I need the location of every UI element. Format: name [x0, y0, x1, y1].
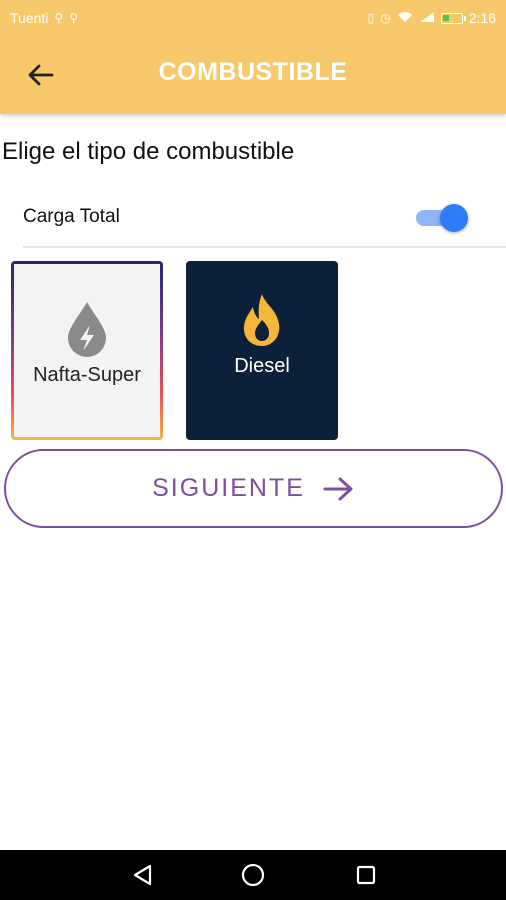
carga-total-switch[interactable] [416, 204, 470, 232]
carga-total-row: Carga Total [23, 192, 506, 248]
carrier-name: Tuenti [10, 10, 49, 26]
system-back-button[interactable] [127, 862, 157, 888]
fuel-option-label: Nafta-Super [33, 364, 141, 386]
usb-icon: ⚲ [54, 11, 64, 25]
system-recents-button[interactable] [351, 862, 381, 888]
switch-thumb [440, 204, 468, 232]
siguiente-label: SIGUIENTE [152, 474, 305, 502]
clock: 2:16 [468, 10, 496, 26]
carga-total-label: Carga Total [23, 206, 120, 227]
fuel-option-nafta-super[interactable]: Nafta-Super [11, 261, 163, 440]
arrow-right-icon [323, 477, 353, 500]
vibrate-icon: ▯ [367, 11, 375, 25]
battery-fill [442, 14, 449, 21]
fuel-option-nafta-inner: Nafta-Super [14, 264, 160, 437]
square-recents-icon [356, 865, 376, 885]
wifi-icon [397, 11, 413, 26]
system-home-button[interactable] [238, 862, 268, 888]
status-right: ▯ ◷ 2:16 [368, 10, 496, 26]
fuel-option-label: Diesel [234, 355, 290, 377]
alarm-icon: ◷ [380, 11, 391, 25]
triangle-back-icon [133, 864, 152, 886]
page-title: COMBUSTIBLE [158, 58, 348, 86]
circle-home-icon [241, 863, 265, 887]
signal-icon [419, 11, 435, 26]
fuel-drop-bolt-icon [68, 302, 106, 357]
app-bar: COMBUSTIBLE [0, 36, 506, 114]
battery-icon [440, 12, 466, 24]
status-left: Tuenti ⚲ ⚲ [10, 10, 78, 26]
fuel-option-diesel[interactable]: Diesel [186, 261, 338, 440]
flame-icon [243, 294, 280, 346]
section-heading: Elige el tipo de combustible [2, 138, 295, 165]
status-bar: Tuenti ⚲ ⚲ ▯ ◷ 2:16 [0, 0, 506, 36]
usb-debug-icon: ⚲ [69, 11, 78, 25]
system-nav-bar [0, 850, 506, 900]
siguiente-button[interactable]: SIGUIENTE [4, 449, 503, 528]
